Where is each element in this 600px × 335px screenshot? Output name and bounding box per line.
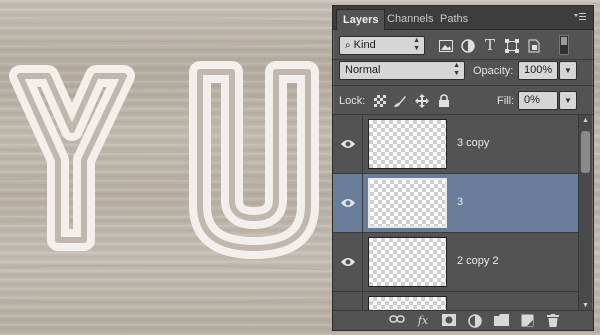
lock-position-icon[interactable] — [413, 92, 431, 110]
blend-mode-dropdown[interactable]: Normal ▲ ▼ — [339, 61, 465, 80]
layers-panel: Layers Channels Paths ⌕ Kind ▲ ▼ T Norma… — [332, 5, 594, 331]
eye-icon[interactable] — [333, 233, 363, 291]
search-icon: ⌕ — [345, 40, 351, 51]
blend-mode-value: Normal — [345, 64, 381, 76]
layers-scrollbar[interactable]: ▲ ▼ — [578, 115, 592, 312]
filter-kind-dropdown[interactable]: ⌕ Kind ▲ ▼ — [339, 36, 425, 55]
adjustment-filter-icon[interactable] — [459, 37, 477, 55]
opacity-input[interactable]: 100% — [518, 61, 558, 80]
delete-layer-icon[interactable] — [545, 314, 561, 328]
new-group-icon[interactable] — [493, 314, 509, 328]
adjustment-layer-icon[interactable] — [467, 314, 483, 328]
filter-kind-label: Kind — [353, 39, 376, 51]
lock-all-icon[interactable] — [435, 92, 453, 110]
layer-thumbnail — [368, 178, 447, 228]
layer-name[interactable]: 3 copy — [457, 137, 489, 149]
opacity-slider-button[interactable]: ▼ — [559, 61, 577, 80]
layers-list: 3 copy 3 2 copy 2 — [333, 115, 579, 312]
layer-thumbnail — [368, 119, 447, 169]
layer-row[interactable] — [333, 292, 579, 312]
tab-layers[interactable]: Layers — [336, 9, 386, 30]
layer-name[interactable]: 3 — [457, 196, 463, 208]
letter-y — [9, 65, 135, 251]
layer-row-selected[interactable]: 3 — [333, 174, 579, 233]
fill-label: Fill: — [497, 95, 515, 107]
filter-toggle-switch[interactable] — [559, 35, 569, 55]
tab-channels[interactable]: Channels — [381, 9, 439, 30]
shape-filter-icon[interactable] — [503, 37, 521, 55]
fx-icon[interactable]: fx — [415, 314, 431, 328]
layer-row[interactable]: 3 copy — [333, 115, 579, 174]
scroll-thumb[interactable] — [581, 131, 590, 173]
link-layers-icon[interactable] — [389, 314, 405, 328]
scroll-up-icon[interactable]: ▲ — [579, 115, 592, 127]
image-filter-icon[interactable] — [437, 37, 455, 55]
fill-input[interactable]: 0% — [518, 91, 558, 110]
panel-footer: fx — [333, 310, 593, 330]
fill-slider-button[interactable]: ▼ — [559, 91, 577, 110]
tab-paths[interactable]: Paths — [434, 9, 474, 30]
add-mask-icon[interactable] — [441, 314, 457, 328]
eye-icon[interactable] — [333, 115, 363, 173]
lock-transparent-icon[interactable] — [371, 92, 389, 110]
layer-thumbnail — [368, 237, 447, 287]
lock-label: Lock: — [339, 95, 366, 107]
layer-name[interactable]: 2 copy 2 — [457, 255, 499, 267]
eye-icon[interactable] — [333, 174, 363, 232]
type-filter-icon[interactable]: T — [481, 36, 499, 54]
eye-icon[interactable] — [333, 292, 363, 312]
chevron-updown-icon: ▲ ▼ — [453, 62, 460, 77]
chevron-updown-icon: ▲ ▼ — [413, 37, 420, 52]
new-layer-icon[interactable] — [519, 314, 535, 328]
lock-image-icon[interactable] — [391, 92, 409, 110]
panel-menu-icon[interactable] — [573, 12, 587, 24]
opacity-label: Opacity: — [473, 65, 514, 77]
layer-row[interactable]: 2 copy 2 — [333, 233, 579, 292]
panel-tab-bar: Layers Channels Paths — [333, 6, 593, 30]
smart-object-filter-icon[interactable] — [525, 37, 543, 55]
